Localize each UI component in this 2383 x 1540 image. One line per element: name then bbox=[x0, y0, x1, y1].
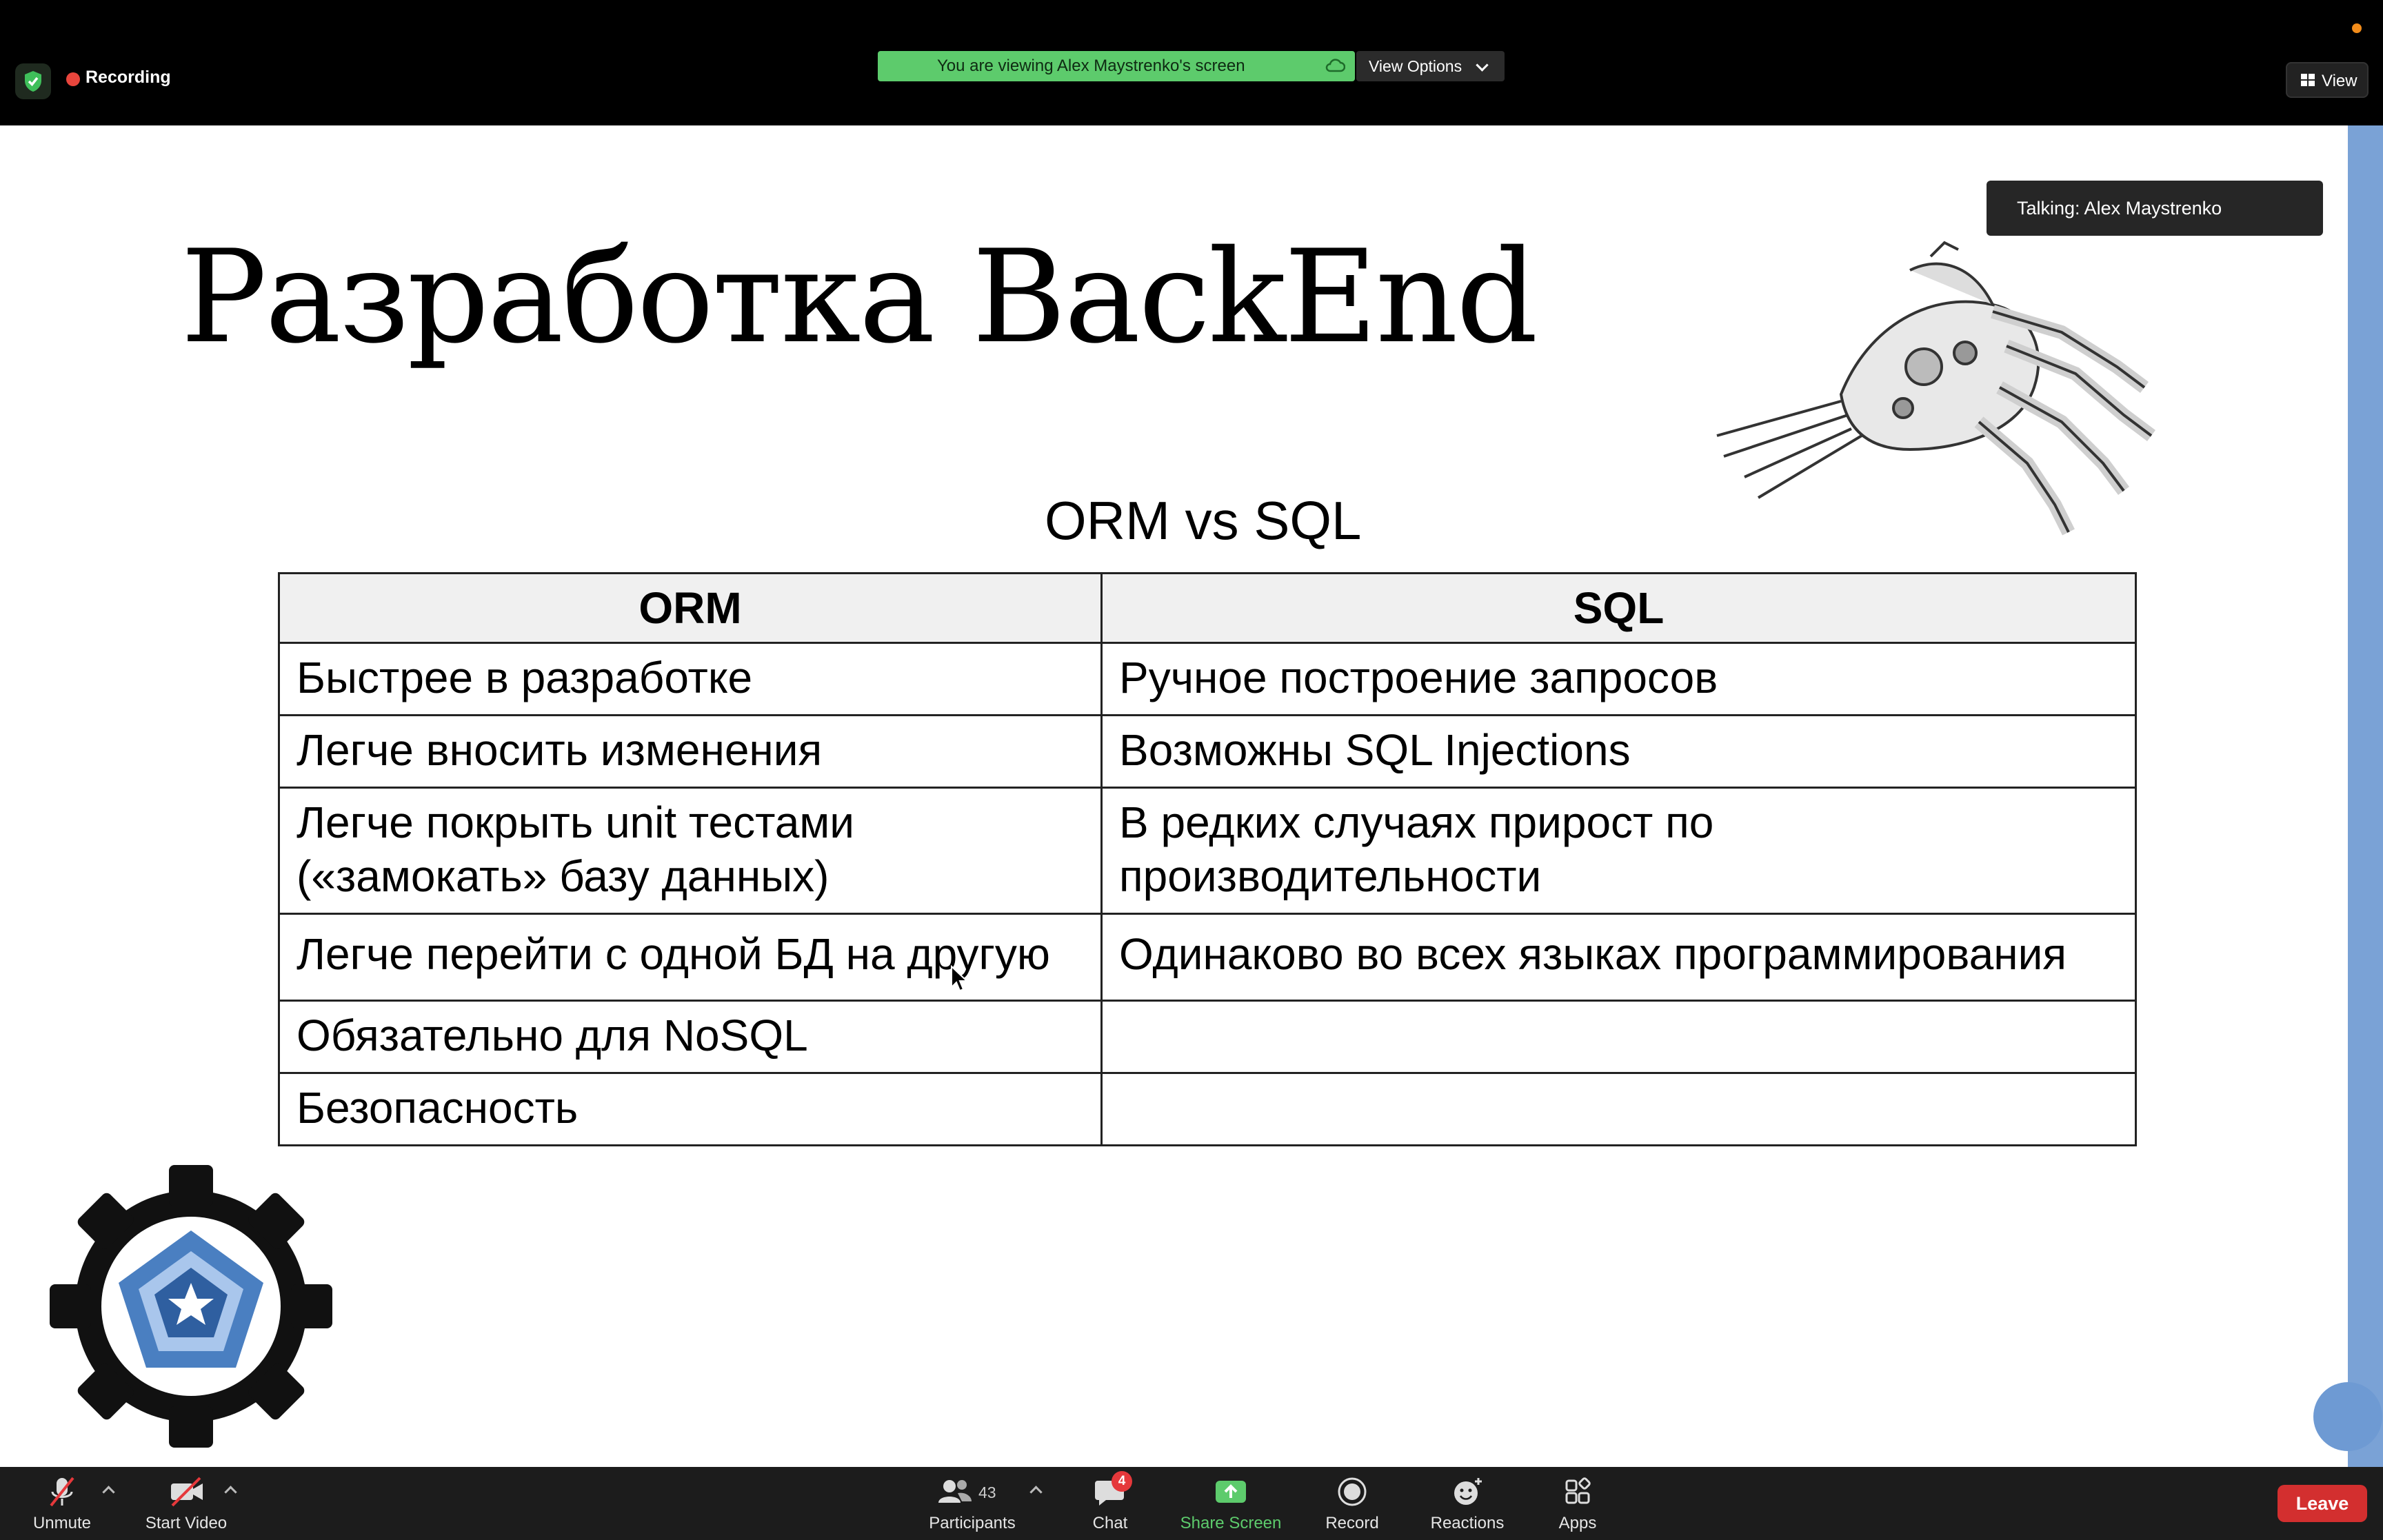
sql-cell bbox=[1100, 1072, 2137, 1146]
view-options-label: View Options bbox=[1369, 57, 1462, 75]
unmute-button[interactable]: Unmute bbox=[21, 1475, 103, 1533]
screen-share-banner: You are viewing Alex Maystrenko's screen bbox=[878, 51, 1355, 81]
participants-label: Participants bbox=[929, 1514, 1016, 1532]
orm-cell: Быстрее в разработке bbox=[278, 642, 1103, 716]
audio-options-caret-icon[interactable] bbox=[102, 1486, 115, 1499]
reactions-icon bbox=[1454, 1478, 1482, 1505]
slide-decoration-circle bbox=[2313, 1382, 2382, 1451]
view-button-label: View bbox=[2322, 72, 2357, 90]
view-layout-button[interactable]: View bbox=[2286, 62, 2369, 98]
chat-button[interactable]: 4 Chat bbox=[1083, 1471, 1138, 1533]
sql-cell: Возможны SQL Injections bbox=[1100, 714, 2137, 789]
gear-pentagon-logo bbox=[50, 1165, 332, 1448]
slide-subtitle: ORM vs SQL bbox=[1045, 490, 1362, 551]
reactions-button[interactable]: Reactions bbox=[1424, 1475, 1511, 1533]
header-orm: ORM bbox=[278, 572, 1103, 644]
orm-cell: Обязательно для NoSQL bbox=[278, 1000, 1103, 1074]
orm-cell: Легче вносить изменения bbox=[278, 714, 1103, 789]
talking-indicator: Talking: Alex Maystrenko bbox=[1987, 181, 2323, 236]
leave-button[interactable]: Leave bbox=[2278, 1485, 2367, 1522]
record-button[interactable]: Record bbox=[1320, 1475, 1384, 1533]
indicator-dot bbox=[2352, 23, 2362, 33]
record-label: Record bbox=[1325, 1514, 1379, 1532]
meeting-top-bar: Recording You are viewing Alex Maystrenk… bbox=[0, 0, 2383, 125]
record-icon bbox=[1338, 1477, 1367, 1506]
share-screen-arrow-icon bbox=[1216, 1481, 1246, 1503]
robot-hand-illustration bbox=[1716, 241, 2155, 536]
orm-vs-sql-table: ORM SQL Быстрее в разработке Ручное пост… bbox=[278, 572, 2137, 1146]
participants-options-caret-icon[interactable] bbox=[1029, 1486, 1043, 1499]
recording-dot-icon bbox=[66, 72, 80, 86]
table-row: Обязательно для NoSQL bbox=[278, 1000, 2137, 1074]
chevron-down-icon bbox=[1476, 59, 1489, 72]
sql-cell: Ручное построение запросов bbox=[1100, 642, 2137, 716]
start-video-label: Start Video bbox=[145, 1514, 228, 1532]
slide-side-strip bbox=[2348, 125, 2383, 1467]
table-row: Легче вносить изменения Возможны SQL Inj… bbox=[278, 714, 2137, 789]
shared-screen: Разработка BackEnd ORM vs SQL Talking: A… bbox=[0, 125, 2383, 1467]
view-options-button[interactable]: View Options bbox=[1356, 51, 1505, 81]
microphone-muted-icon bbox=[50, 1477, 74, 1507]
table-row: Безопасность bbox=[278, 1072, 2137, 1146]
participants-icon bbox=[938, 1480, 972, 1503]
share-screen-button[interactable]: Share Screen bbox=[1176, 1475, 1286, 1533]
grid-view-icon bbox=[2301, 74, 2315, 86]
talking-label: Talking: Alex Maystrenko bbox=[2017, 198, 2222, 219]
table-row: Легче перейти с одной БД на другую Одина… bbox=[278, 913, 2137, 1002]
slide-title: Разработка BackEnd bbox=[181, 222, 1538, 372]
orm-cell: Безопасность bbox=[278, 1072, 1103, 1146]
reactions-label: Reactions bbox=[1430, 1514, 1505, 1532]
security-shield-icon[interactable] bbox=[15, 63, 51, 99]
participants-button[interactable]: 43 Participants bbox=[921, 1475, 1024, 1533]
start-video-button[interactable]: Start Video bbox=[138, 1475, 234, 1533]
chat-badge: 4 bbox=[1112, 1471, 1132, 1492]
sql-cell: В редких случаях прирост по производител… bbox=[1100, 787, 2137, 915]
participants-count: 43 bbox=[978, 1483, 996, 1501]
share-banner-text: You are viewing Alex Maystrenko's screen bbox=[937, 57, 1245, 75]
apps-icon bbox=[1565, 1477, 1591, 1504]
table-row: Быстрее в разработке Ручное построение з… bbox=[278, 642, 2137, 716]
meeting-toolbar: Unmute Start Video 43 Participants 4 Cha… bbox=[0, 1467, 2383, 1540]
recording-label[interactable]: Recording bbox=[86, 68, 171, 88]
share-screen-label: Share Screen bbox=[1180, 1514, 1282, 1532]
orm-cell: Легче покрыть unit тестами («замокать» б… bbox=[278, 787, 1103, 915]
sql-cell bbox=[1100, 1000, 2137, 1074]
mouse-cursor-icon bbox=[951, 965, 969, 992]
unmute-label: Unmute bbox=[32, 1514, 92, 1532]
table-header-row: ORM SQL bbox=[278, 572, 2137, 644]
sql-cell: Одинаково во всех языках программировани… bbox=[1100, 913, 2137, 1002]
chat-label: Chat bbox=[1092, 1514, 1128, 1532]
video-off-icon bbox=[171, 1477, 203, 1507]
header-sql: SQL bbox=[1100, 572, 2137, 644]
apps-label: Apps bbox=[1558, 1514, 1597, 1532]
orm-cell: Легче перейти с одной БД на другую bbox=[278, 913, 1103, 1002]
table-row: Легче покрыть unit тестами («замокать» б… bbox=[278, 787, 2137, 915]
apps-button[interactable]: Apps bbox=[1551, 1475, 1604, 1533]
cloud-icon[interactable] bbox=[1325, 59, 1345, 72]
